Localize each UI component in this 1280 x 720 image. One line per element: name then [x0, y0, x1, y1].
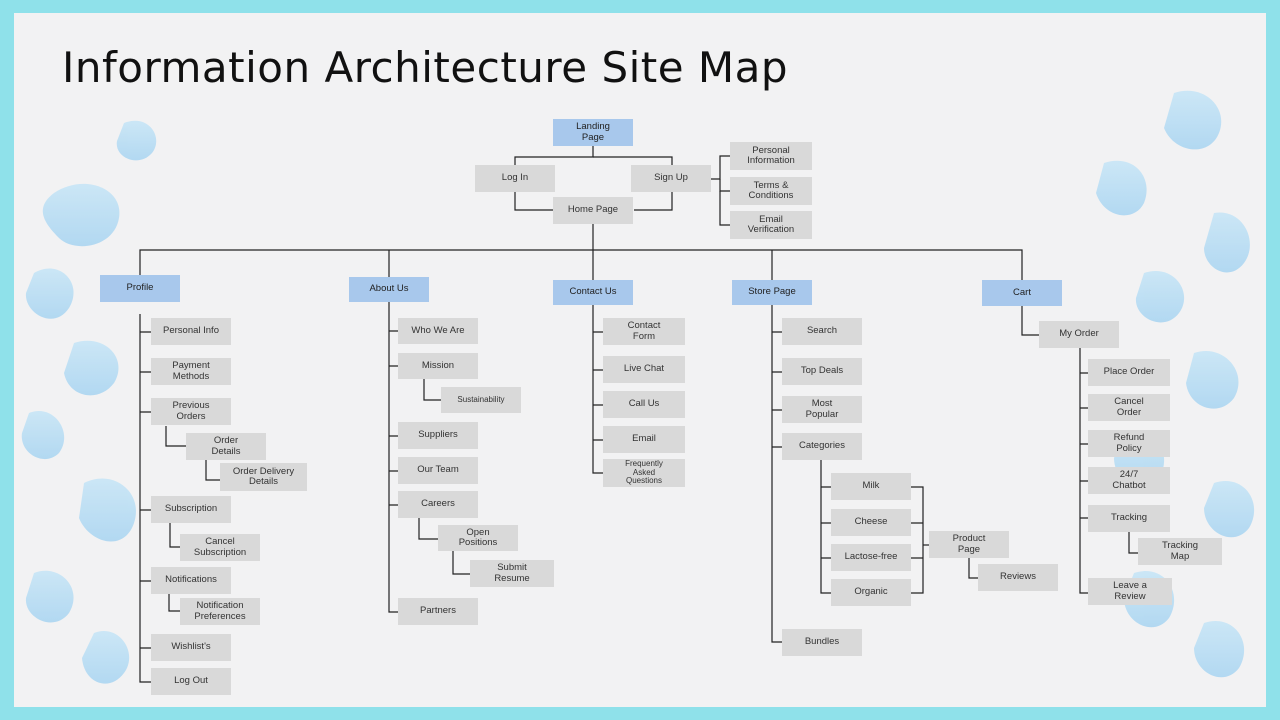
node-product-page[interactable]: Product Page — [929, 531, 1009, 558]
node-sign-up[interactable]: Sign Up — [631, 165, 711, 192]
node-cancel-subscription[interactable]: Cancel Subscription — [180, 534, 260, 561]
node-most-popular[interactable]: Most Popular — [782, 396, 862, 423]
node-wishlists[interactable]: Wishlist's — [151, 634, 231, 661]
node-about-us[interactable]: About Us — [349, 277, 429, 302]
node-log-out[interactable]: Log Out — [151, 668, 231, 695]
slide: Information Architecture Site Map Landin… — [14, 13, 1266, 707]
node-milk[interactable]: Milk — [831, 473, 911, 500]
node-organic[interactable]: Organic — [831, 579, 911, 606]
node-cart[interactable]: Cart — [982, 280, 1062, 306]
node-previous-orders[interactable]: Previous Orders — [151, 398, 231, 425]
node-mission[interactable]: Mission — [398, 353, 478, 379]
node-open-positions[interactable]: Open Positions — [438, 525, 518, 551]
node-subscription[interactable]: Subscription — [151, 496, 231, 523]
node-place-order[interactable]: Place Order — [1088, 359, 1170, 386]
node-email-verification[interactable]: Email Verification — [730, 211, 812, 239]
node-who-we-are[interactable]: Who We Are — [398, 318, 478, 344]
node-payment-methods[interactable]: Payment Methods — [151, 358, 231, 385]
node-sustainability[interactable]: Sustainability — [441, 387, 521, 413]
node-partners[interactable]: Partners — [398, 598, 478, 625]
node-cancel-order[interactable]: Cancel Order — [1088, 394, 1170, 421]
node-refund-policy[interactable]: Refund Policy — [1088, 430, 1170, 457]
node-notification-preferences[interactable]: Notification Preferences — [180, 598, 260, 625]
node-contact-form[interactable]: Contact Form — [603, 318, 685, 345]
node-suppliers[interactable]: Suppliers — [398, 422, 478, 449]
node-personal-information[interactable]: Personal Information — [730, 142, 812, 170]
node-call-us[interactable]: Call Us — [603, 391, 685, 418]
node-order-delivery-details[interactable]: Order Delivery Details — [220, 463, 307, 491]
node-landing-page[interactable]: Landing Page — [553, 119, 633, 146]
node-notifications[interactable]: Notifications — [151, 567, 231, 594]
node-search[interactable]: Search — [782, 318, 862, 345]
node-top-deals[interactable]: Top Deals — [782, 358, 862, 385]
node-tracking-map[interactable]: Tracking Map — [1138, 538, 1222, 565]
node-live-chat[interactable]: Live Chat — [603, 356, 685, 383]
node-leave-a-review[interactable]: Leave a Review — [1088, 578, 1172, 605]
node-order-details[interactable]: Order Details — [186, 433, 266, 460]
node-bundles[interactable]: Bundles — [782, 629, 862, 656]
node-categories[interactable]: Categories — [782, 433, 862, 460]
node-home-page[interactable]: Home Page — [553, 197, 633, 224]
node-careers[interactable]: Careers — [398, 491, 478, 518]
node-reviews[interactable]: Reviews — [978, 564, 1058, 591]
node-email[interactable]: Email — [603, 426, 685, 453]
node-tracking[interactable]: Tracking — [1088, 505, 1170, 532]
node-contact-us[interactable]: Contact Us — [553, 280, 633, 305]
node-lactose-free[interactable]: Lactose-free — [831, 544, 911, 571]
node-frequently-asked-questions[interactable]: Frequently Asked Questions — [603, 459, 685, 487]
node-personal-info[interactable]: Personal Info — [151, 318, 231, 345]
node-chatbot[interactable]: 24/7 Chatbot — [1088, 467, 1170, 494]
node-store-page[interactable]: Store Page — [732, 280, 812, 305]
node-submit-resume[interactable]: Submit Resume — [470, 560, 554, 587]
node-my-order[interactable]: My Order — [1039, 321, 1119, 348]
node-log-in[interactable]: Log In — [475, 165, 555, 192]
node-our-team[interactable]: Our Team — [398, 457, 478, 484]
node-profile[interactable]: Profile — [100, 275, 180, 302]
node-terms-conditions[interactable]: Terms & Conditions — [730, 177, 812, 205]
node-cheese[interactable]: Cheese — [831, 509, 911, 536]
